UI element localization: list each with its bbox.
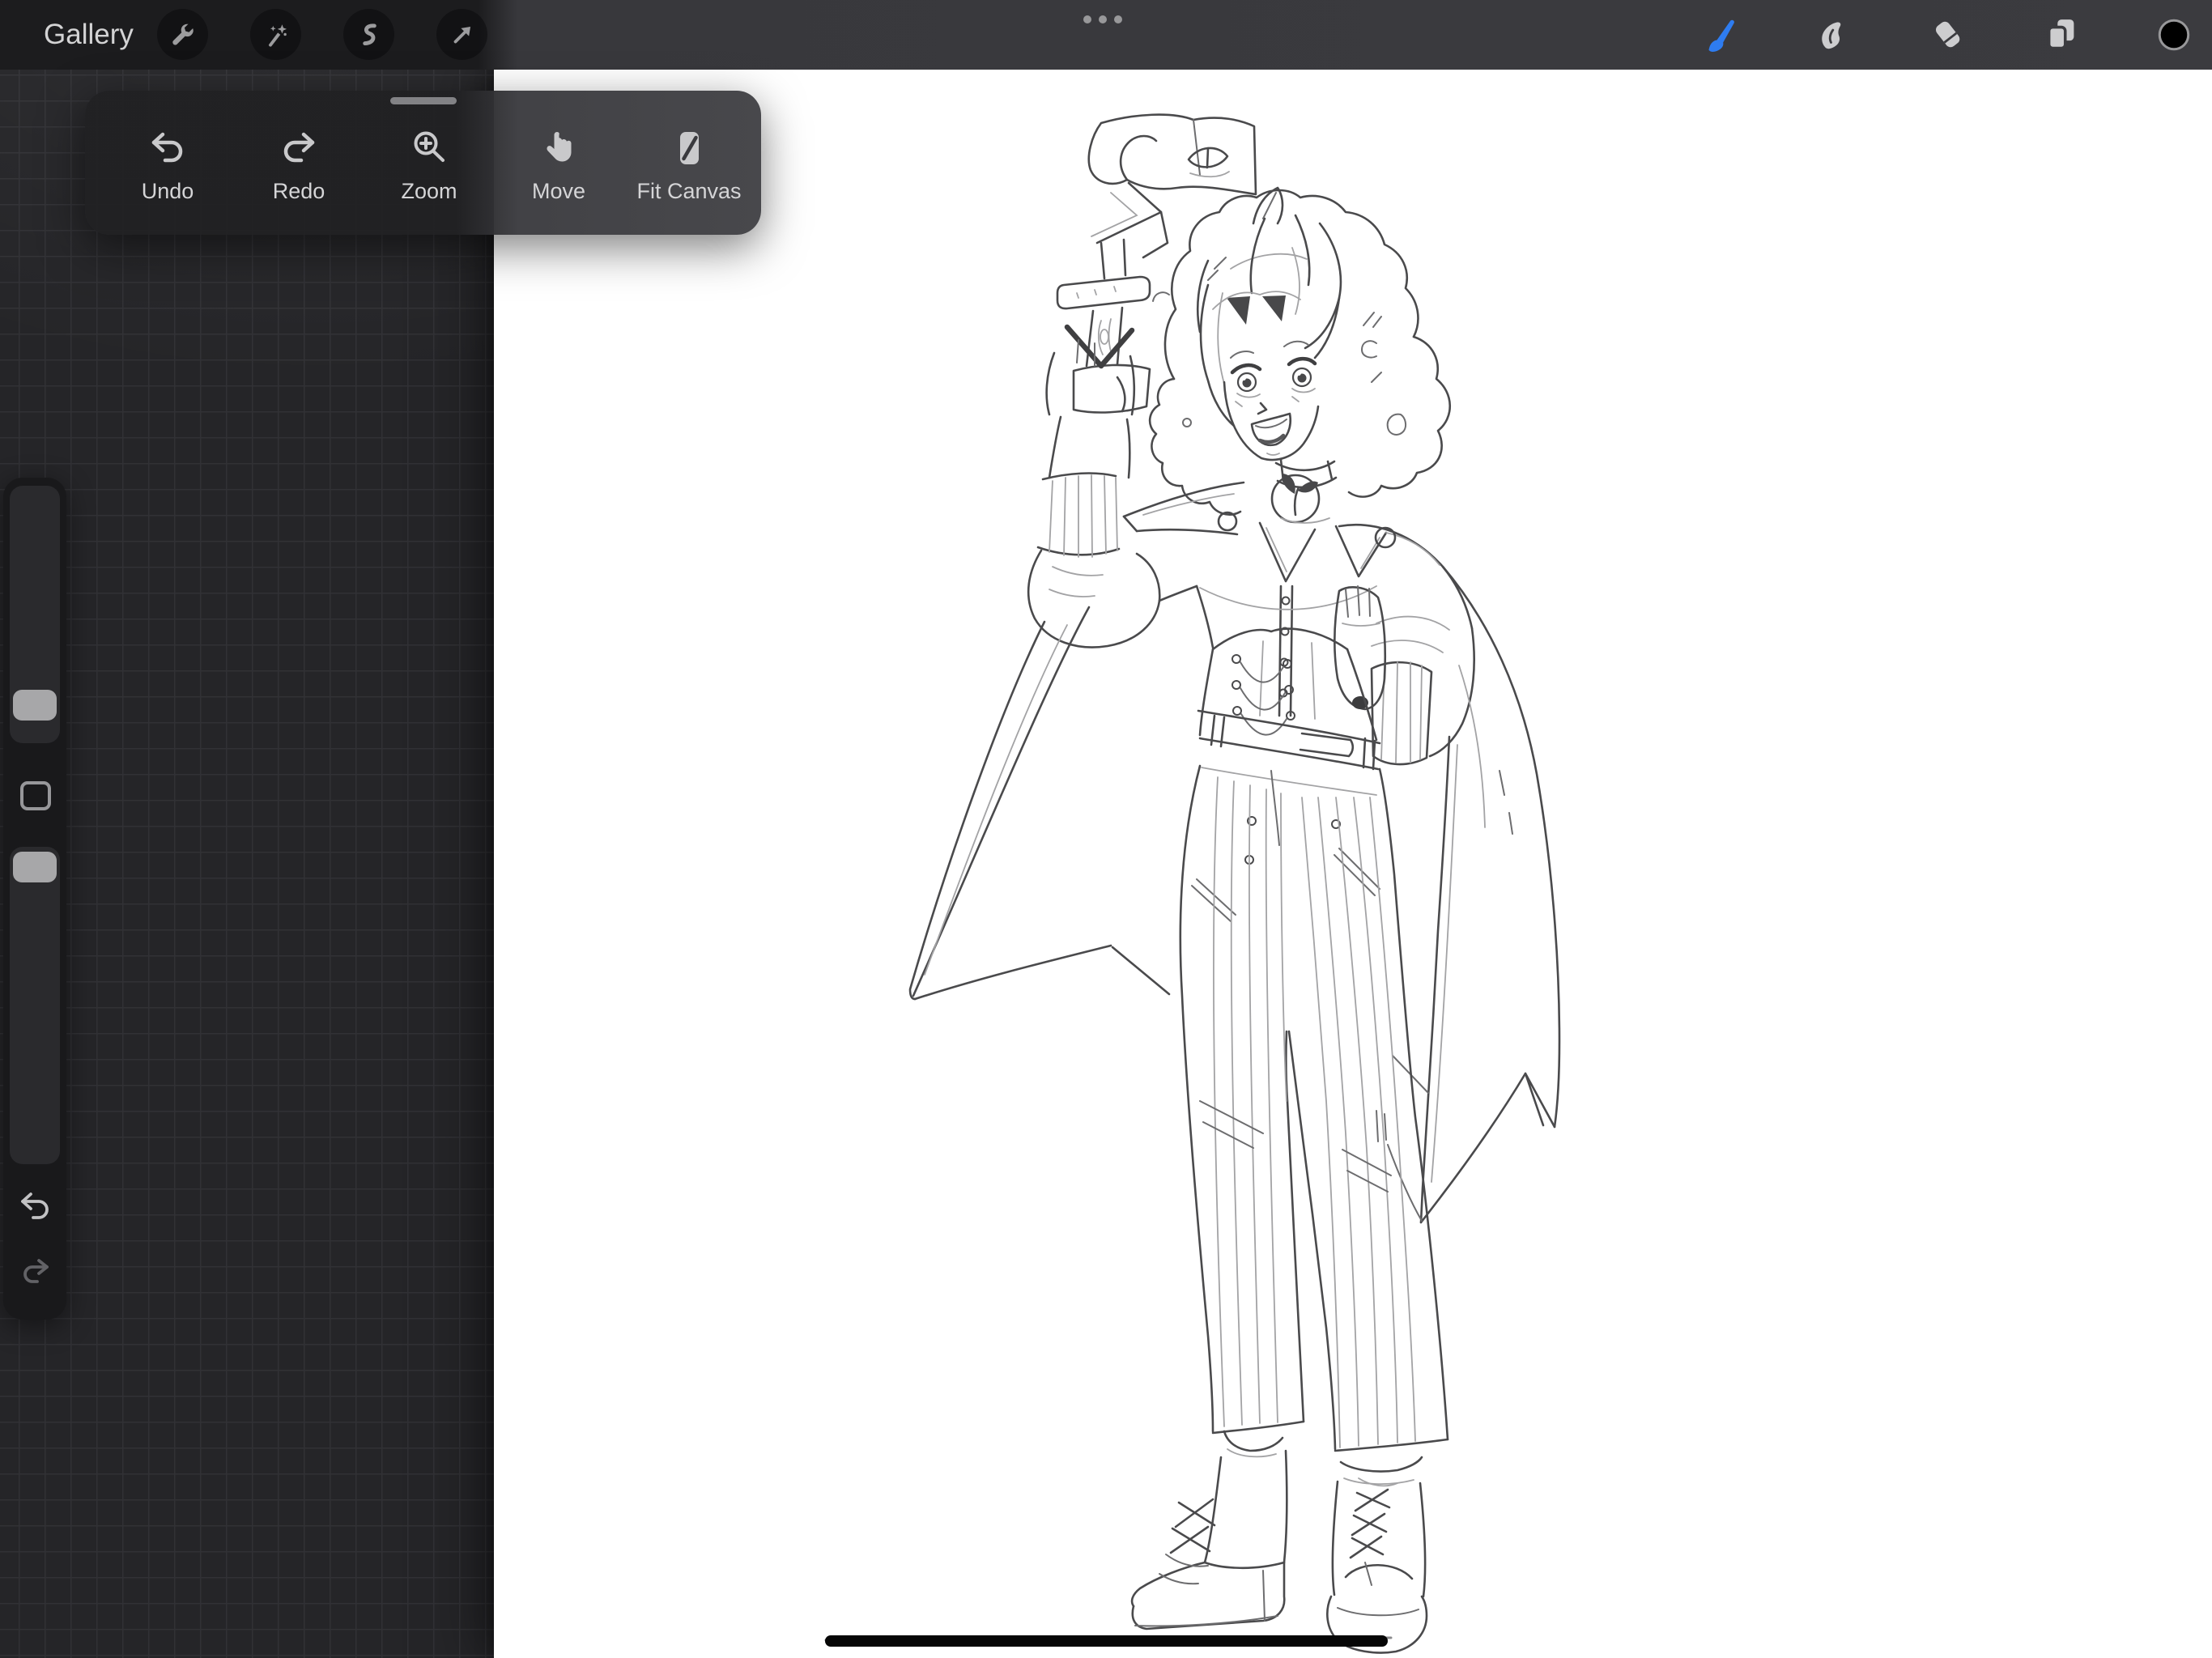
drag-handle[interactable] [389, 97, 457, 104]
move-hand-icon [547, 131, 572, 162]
layers-button[interactable] [2032, 6, 2091, 64]
transform-button[interactable] [436, 9, 487, 60]
zoom-button[interactable]: Zoom [376, 108, 482, 222]
sidebar-undo-icon[interactable] [17, 1187, 53, 1222]
move-label: Move [531, 178, 586, 203]
artwork-neck-collar [1122, 458, 1474, 717]
sidebar-redo-icon[interactable] [17, 1252, 53, 1287]
undo-label: Undo [141, 178, 194, 203]
zoom-magnifier-icon [414, 131, 445, 162]
erase-tool-button[interactable] [1919, 6, 1977, 64]
modify-button[interactable] [20, 781, 51, 810]
artwork-sketch [824, 113, 1561, 1654]
magic-wand-icon [268, 23, 287, 47]
layers-icon [2047, 19, 2074, 50]
selection-button[interactable] [343, 9, 394, 60]
transform-arrow-icon [453, 26, 470, 43]
top-toolbar: Gallery [0, 0, 2212, 70]
color-swatch-icon [2158, 19, 2190, 51]
zoom-label: Zoom [401, 178, 457, 203]
undo-arrow-icon [151, 132, 183, 162]
procreate-workspace: Undo Redo Zoom Move Fit Canvas Gallery [0, 0, 2212, 1658]
adjustments-button[interactable] [250, 9, 301, 60]
drawing-canvas[interactable] [494, 70, 2212, 1658]
home-indicator[interactable] [825, 1635, 1388, 1647]
redo-arrow-icon [283, 132, 315, 162]
selection-s-icon [362, 23, 376, 45]
artwork-corset-belt [1197, 627, 1381, 771]
gallery-button[interactable]: Gallery [44, 0, 134, 70]
move-button[interactable]: Move [506, 108, 611, 222]
brush-icon [1708, 19, 1734, 53]
artwork-cape-left [908, 606, 1171, 1001]
wrench-icon [172, 23, 194, 45]
slider-sidebar [3, 478, 66, 1320]
redo-button[interactable]: Redo [246, 108, 351, 222]
smudge-tool-button[interactable] [1805, 6, 1863, 64]
quick-toolbar-popup: Undo Redo Zoom Move Fit Canvas [85, 91, 761, 235]
fit-canvas-label: Fit Canvas [636, 178, 742, 203]
artwork-pants [1179, 764, 1449, 1452]
color-swatch-button[interactable] [2145, 6, 2203, 64]
fit-canvas-button[interactable]: Fit Canvas [636, 108, 742, 222]
fit-canvas-icon [680, 131, 699, 164]
artwork-flag [1056, 113, 1257, 368]
opacity-slider[interactable] [10, 847, 60, 1164]
ellipsis-icon[interactable] [1083, 15, 1122, 23]
smudge-icon [1822, 22, 1841, 49]
brush-size-handle[interactable] [13, 690, 57, 721]
redo-label: Redo [272, 178, 325, 203]
artwork-boots [1130, 1430, 1428, 1654]
artwork-head [1148, 186, 1452, 516]
actions-button[interactable] [157, 9, 208, 60]
paint-tool-button[interactable] [1693, 6, 1751, 64]
undo-button[interactable]: Undo [115, 108, 220, 222]
eraser-icon [1935, 21, 1960, 48]
opacity-handle[interactable] [13, 852, 57, 882]
